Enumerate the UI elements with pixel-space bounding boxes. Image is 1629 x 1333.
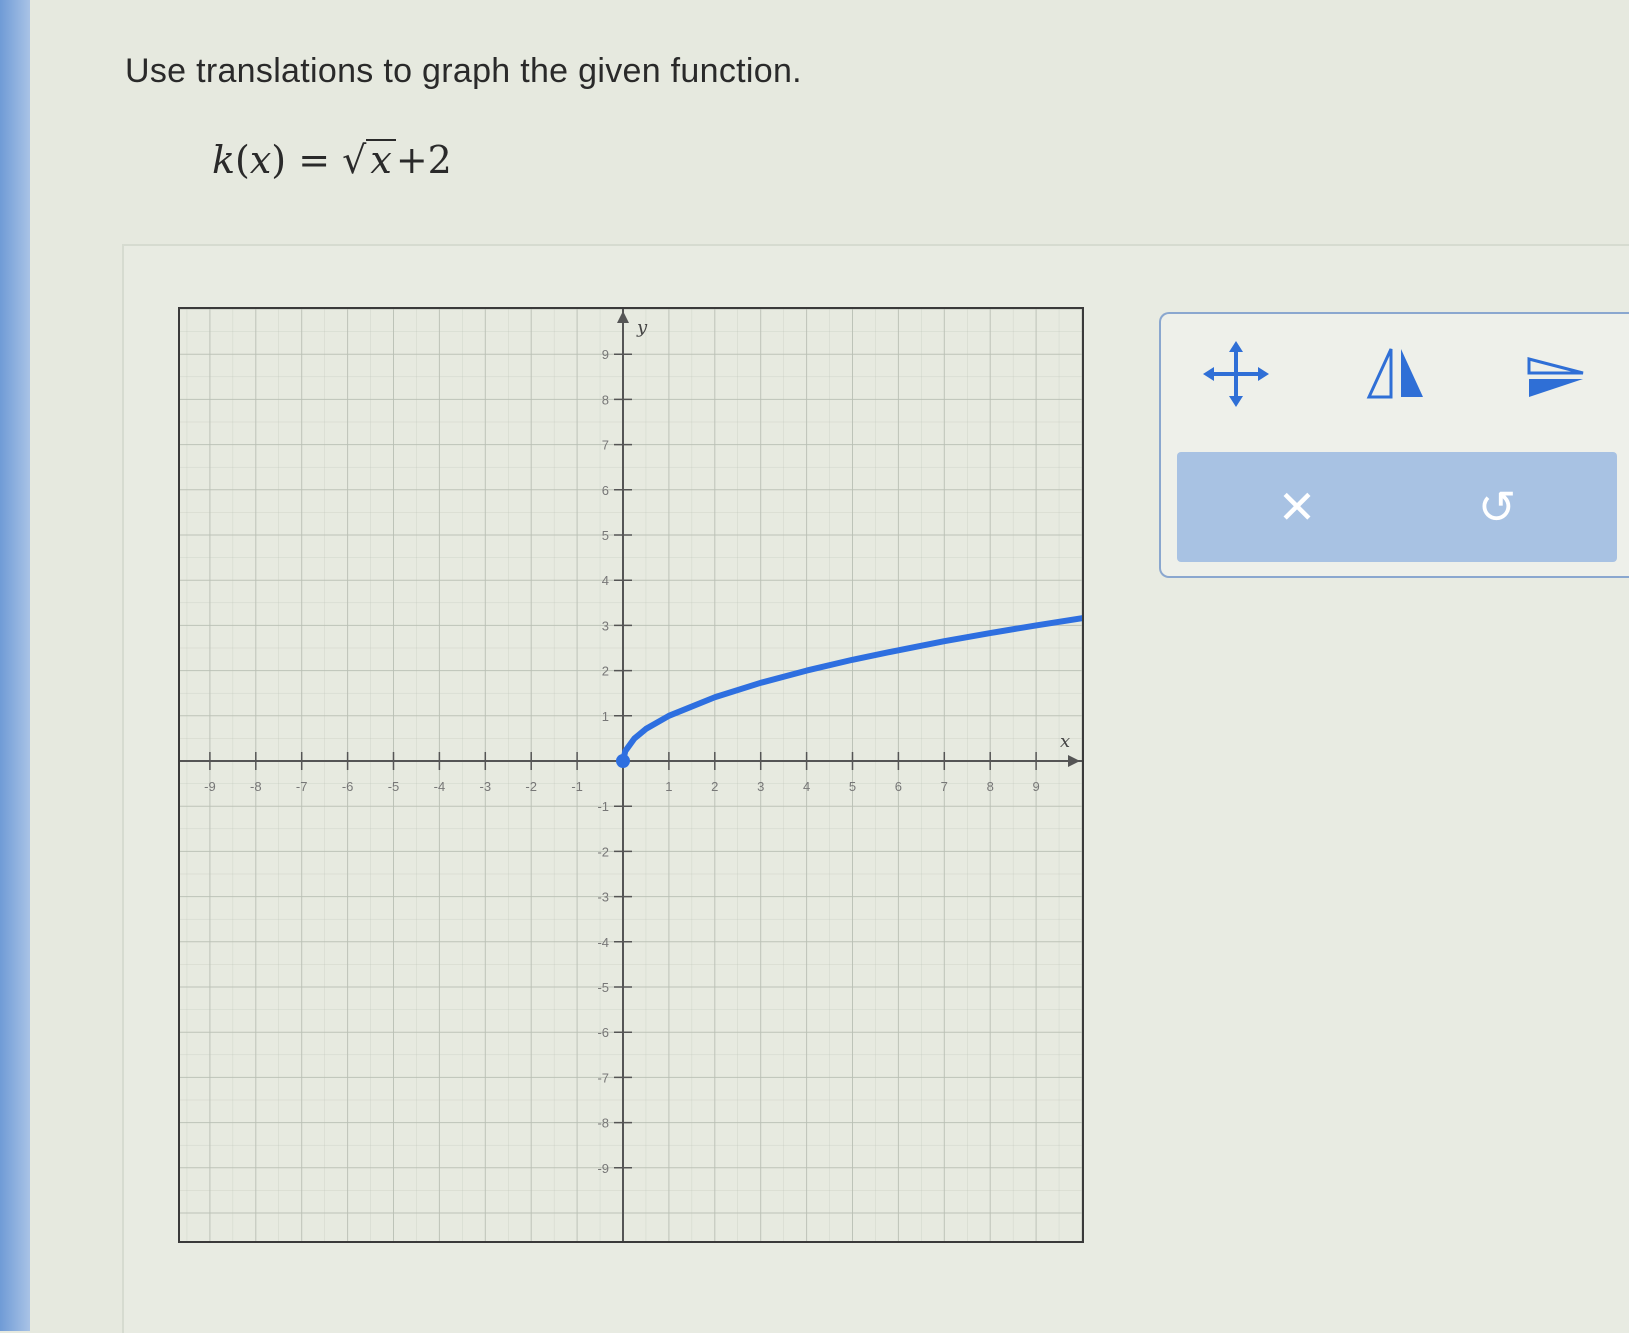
clear-icon: ✕ [1277, 481, 1317, 533]
graph-canvas[interactable]: x y -9 -8 -7 -6 -5 -4 -3 -2 -1 1 2 3 4 5 6 7 8 9 9 8 7 6 5 4 3 2 1 -1… [178, 307, 1084, 1243]
function-equation: k(x) = √ x +2 [212, 138, 452, 182]
reflect-icon [1366, 348, 1423, 399]
x-tick-label: -6 [342, 779, 354, 794]
y-tick-label: -2 [597, 844, 609, 859]
x-tick-label: 8 [987, 779, 994, 794]
radicand: x [366, 139, 396, 181]
y-tick-label: 5 [602, 528, 609, 543]
x-tick-label: 9 [1032, 779, 1039, 794]
y-axis-label: y [636, 317, 648, 338]
y-tick-label: 1 [602, 709, 609, 724]
stretch-icon [1527, 357, 1584, 397]
y-tick-label: -9 [597, 1161, 609, 1176]
coordinate-plane[interactable]: x y -9 -8 -7 -6 -5 -4 -3 -2 -1 1 2 3 4 5 6 7 8 9 9 8 7 6 5 4 3 2 1 -1… [180, 309, 1082, 1241]
curve-endpoint-handle[interactable] [616, 754, 630, 768]
x-tick-label: -3 [480, 779, 492, 794]
x-tick-label: 3 [757, 779, 764, 794]
equals-sign: = [298, 138, 331, 182]
x-tick-label: 1 [665, 779, 672, 794]
x-axis-label: x [1060, 731, 1070, 752]
y-tick-label: -1 [597, 799, 609, 814]
tick-labels: x y -9 -8 -7 -6 -5 -4 -3 -2 -1 1 2 3 4 5 6 7 8 9 9 8 7 6 5 4 3 2 1 -1… [204, 317, 1070, 1176]
undo-button[interactable]: ↺ [1437, 462, 1557, 552]
x-tick-label: -8 [250, 779, 262, 794]
y-tick-label: -4 [597, 935, 609, 950]
x-tick-label: 7 [941, 779, 948, 794]
y-tick-label: 3 [602, 618, 609, 633]
x-tick-label: -2 [525, 779, 537, 794]
y-tick-label: 4 [602, 573, 609, 588]
graph-toolbar: ✕ ↺ [1159, 312, 1629, 578]
axes [180, 309, 1082, 1241]
x-tick-label: -9 [204, 779, 216, 794]
y-tick-label: 2 [602, 664, 609, 679]
y-axis-arrow [617, 311, 629, 323]
x-tick-label: 5 [849, 779, 856, 794]
square-root: √ x [342, 138, 396, 182]
reflect-tool-button[interactable] [1351, 329, 1441, 419]
action-bar: ✕ ↺ [1177, 452, 1617, 562]
y-tick-label: -6 [597, 1025, 609, 1040]
question-prompt: Use translations to graph the given func… [125, 52, 802, 90]
x-tick-label: -7 [296, 779, 308, 794]
function-name: k [212, 138, 236, 182]
equation-suffix: +2 [395, 138, 452, 182]
y-tick-label: -5 [597, 980, 609, 995]
y-tick-label: 9 [602, 347, 609, 362]
y-tick-label: 8 [602, 392, 609, 407]
x-tick-label: 2 [711, 779, 718, 794]
x-tick-label: -4 [434, 779, 446, 794]
y-tick-label: 6 [602, 483, 609, 498]
x-tick-label: 4 [803, 779, 810, 794]
move-tool-button[interactable] [1191, 329, 1281, 419]
left-edge-strip [0, 0, 30, 1331]
grid-lines [180, 309, 1082, 1241]
undo-icon: ↺ [1477, 481, 1517, 533]
x-axis-arrow [1068, 755, 1080, 767]
function-argument: x [249, 138, 272, 182]
stretch-tool-button[interactable] [1511, 329, 1601, 419]
radical-icon: √ [342, 138, 367, 182]
y-tick-label: 7 [602, 438, 609, 453]
y-tick-label: -8 [597, 1116, 609, 1131]
x-tick-label: -5 [388, 779, 400, 794]
clear-button[interactable]: ✕ [1237, 462, 1357, 552]
x-tick-label: 6 [895, 779, 902, 794]
x-tick-label: -1 [571, 779, 583, 794]
y-tick-label: -7 [597, 1070, 609, 1085]
move-icon [1203, 341, 1269, 407]
y-tick-label: -3 [597, 890, 609, 905]
